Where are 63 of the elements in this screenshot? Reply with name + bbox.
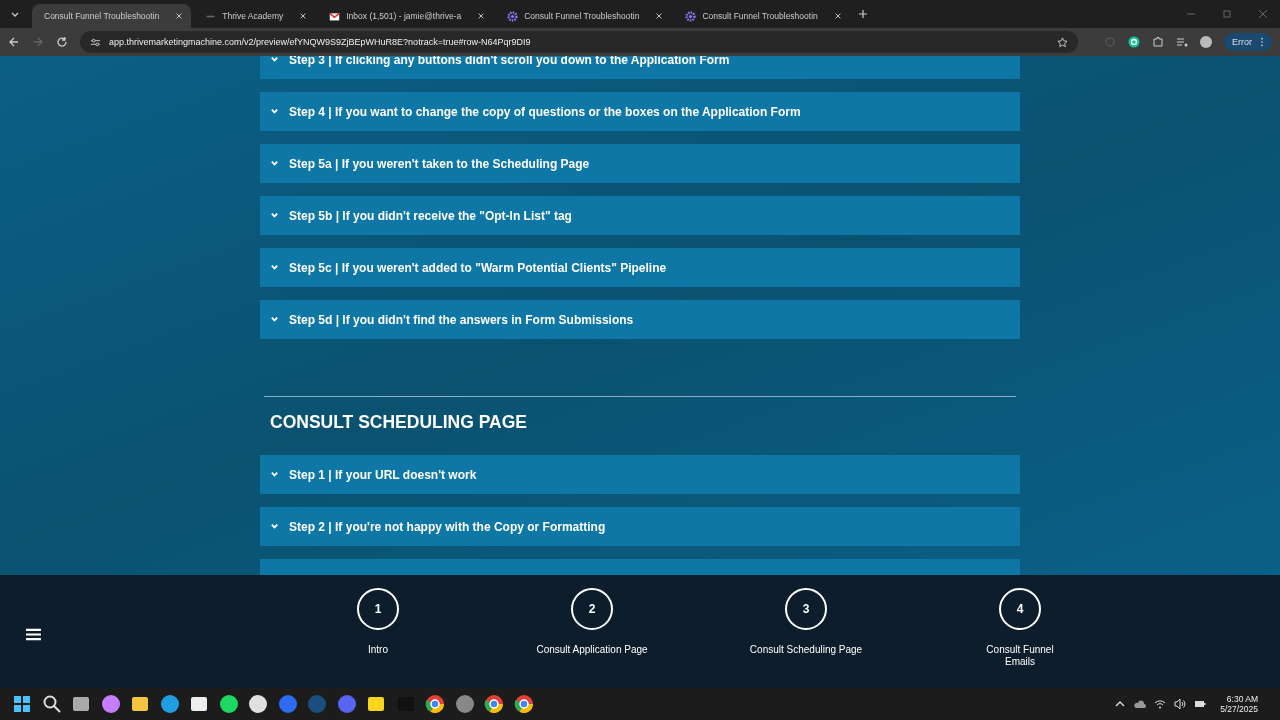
step-title: Step 2 | If you're not happy with the Copy or Formatting — [289, 519, 606, 534]
puzzle-icon[interactable] — [1152, 36, 1164, 48]
browser-tab[interactable]: Thrive Academy — [193, 4, 316, 28]
chevron-icon — [270, 263, 279, 272]
accordion-item[interactable]: Step 5d | If you didn't find the answers in Form Submissions — [260, 300, 1020, 339]
step-number[interactable]: 2 — [571, 588, 613, 630]
step-title: Step 5c | If you weren't added to "Warm Potential Clients" Pipeline — [289, 260, 667, 275]
star-icon[interactable] — [1057, 36, 1068, 48]
more-icon — [1260, 37, 1264, 48]
accordion-item[interactable]: Step 2 | If you're not happy with the Copy or Formatting — [260, 507, 1020, 546]
address-bar[interactable]: app.thrivemarketingmachine.com/v2/preview/efYNQW9S9ZjBEpWHuR8E?notrack=true#row-N64Pqr9DI9 — [80, 31, 1078, 53]
accordion-item[interactable]: Step 5b | If you didn't receive the "Opt-In List" tag — [260, 196, 1020, 235]
battery-icon[interactable] — [1194, 698, 1207, 710]
browser-tab[interactable]: Consult Funnel Troubleshootin — [673, 4, 850, 28]
chevron-icon — [270, 159, 279, 168]
clock-time[interactable]: 6:30 AM — [1226, 694, 1258, 704]
chevron-icon — [270, 522, 279, 531]
step-label[interactable]: Consult Scheduling Page — [749, 644, 863, 656]
step-number[interactable]: 1 — [357, 588, 399, 630]
grammarly-icon[interactable] — [1128, 36, 1140, 48]
chrome-icon[interactable] — [425, 694, 445, 714]
step-label[interactable]: Consult Application Page — [536, 644, 648, 656]
media-icon[interactable] — [1176, 36, 1188, 48]
mail-icon — [329, 10, 341, 22]
step-title: Step 5b | If you didn't receive the "Opt-In List" tag — [289, 208, 572, 223]
chrome-icon[interactable] — [484, 694, 504, 714]
cloud-icon[interactable] — [1134, 698, 1147, 710]
browser-tab[interactable]: Inbox (1,501) - jamie@thrive-a — [317, 4, 494, 28]
step-number[interactable]: 4 — [999, 588, 1041, 630]
new-tab-icon[interactable] — [857, 9, 868, 19]
accordion-item[interactable]: Step 5c | If you weren't added to "Warm Potential Clients" Pipeline — [260, 248, 1020, 287]
step-label[interactable]: Consult Funnel Emails — [982, 644, 1058, 668]
browser-tab[interactable]: Consult Funnel Troubleshootin — [32, 4, 192, 28]
accordion-item[interactable]: Step 4 | If you want to change the copy of questions or the boxes on the Application Form — [260, 92, 1020, 131]
back-icon[interactable] — [8, 36, 20, 48]
step-title: Step 4 | If you want to change the copy of questions or the boxes on the Application Form — [289, 104, 801, 119]
chevron-icon — [270, 315, 279, 324]
avatar-icon[interactable] — [1200, 36, 1212, 48]
step-number[interactable]: 3 — [785, 588, 827, 630]
chevron-icon — [270, 470, 279, 479]
chevron-icon — [270, 56, 279, 64]
site-settings-icon[interactable] — [90, 36, 101, 48]
accordion-item[interactable]: Step 1 | If your URL doesn't work — [260, 455, 1020, 494]
chevron-icon — [270, 211, 279, 220]
start-icon[interactable] — [12, 694, 32, 714]
search-icon[interactable] — [41, 694, 62, 714]
menu-icon[interactable] — [26, 628, 41, 641]
volume-icon[interactable] — [1174, 698, 1187, 710]
gear-icon — [685, 10, 697, 22]
wifi-icon[interactable] — [1154, 698, 1167, 710]
gear-icon — [507, 10, 519, 22]
browser-tab[interactable]: Consult Funnel Troubleshootin — [495, 4, 672, 28]
step-title: Step 1 | If your URL doesn't work — [289, 467, 477, 482]
reload-icon[interactable] — [56, 36, 68, 48]
chevron-icon — [270, 107, 279, 116]
accordion-item[interactable]: Step 5a | If you weren't taken to the Scheduling Page — [260, 144, 1020, 183]
step-title: Step 5a | If you weren't taken to the Scheduling Page — [289, 156, 590, 171]
chrome-icon[interactable] — [513, 694, 534, 714]
clock-date[interactable]: 5/27/2025 — [1220, 704, 1258, 714]
step-title: Step 5d | If you didn't find the answers in Form Submissions — [289, 312, 634, 327]
step-label[interactable]: Intro — [368, 644, 388, 656]
profile-button[interactable]: Error — [1224, 32, 1272, 52]
section-heading: CONSULT SCHEDULING PAGE — [270, 412, 528, 433]
